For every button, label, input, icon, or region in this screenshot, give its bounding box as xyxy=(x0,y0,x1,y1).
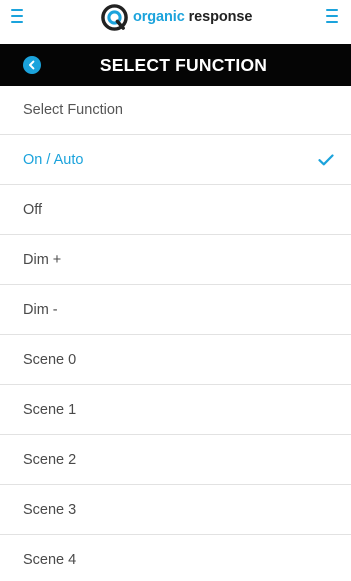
brand-word-organic: organic xyxy=(133,9,185,25)
function-option[interactable]: Scene 3 xyxy=(0,485,351,535)
function-option-label: Scene 4 xyxy=(23,551,77,568)
function-option[interactable]: Dim - xyxy=(0,285,351,335)
function-option-label: Off xyxy=(23,201,43,218)
function-option-label: Scene 2 xyxy=(23,451,77,468)
page-title: SELECT FUNCTION xyxy=(99,54,268,75)
checkmark-icon xyxy=(318,153,334,166)
brand-logo: organic response xyxy=(101,3,252,31)
function-option[interactable]: Off xyxy=(0,185,351,235)
hamburger-line xyxy=(326,21,338,23)
chevron-left-icon xyxy=(29,60,35,70)
list-header: Select Function xyxy=(0,86,351,135)
right-menu-hamburger-icon[interactable] xyxy=(326,9,338,23)
function-option[interactable]: Scene 4 xyxy=(0,535,351,581)
hamburger-line xyxy=(326,9,338,11)
function-option-label: Dim - xyxy=(23,301,58,318)
back-button[interactable] xyxy=(23,56,41,74)
function-option-label: Scene 1 xyxy=(23,401,77,418)
function-option[interactable]: Scene 1 xyxy=(0,385,351,435)
function-option-label: Dim + xyxy=(23,251,62,268)
function-option-label: On / Auto xyxy=(23,151,84,168)
function-option[interactable]: Scene 2 xyxy=(0,435,351,485)
function-option-label: Scene 0 xyxy=(23,351,77,368)
title-bar: SELECT FUNCTION xyxy=(0,44,351,86)
brand-wordmark: organic response xyxy=(133,9,252,25)
hamburger-line xyxy=(326,15,338,17)
function-option[interactable]: Dim + xyxy=(0,235,351,285)
app-screen: organic response SELECT FUNCTION Select … xyxy=(0,0,351,581)
hamburger-line xyxy=(11,9,23,11)
function-list: Select Function On / Auto Off Dim + Dim - Sc… xyxy=(0,86,351,581)
organic-response-logo-icon xyxy=(101,3,128,31)
function-option[interactable]: On / Auto xyxy=(0,135,351,185)
function-option-label: Scene 3 xyxy=(23,501,77,518)
left-menu-hamburger-icon[interactable] xyxy=(11,9,23,23)
hamburger-line xyxy=(11,21,23,23)
brand-word-response: response xyxy=(188,9,253,25)
hamburger-line xyxy=(11,15,23,17)
function-option[interactable]: Scene 0 xyxy=(0,335,351,385)
top-bar: organic response xyxy=(0,0,351,44)
